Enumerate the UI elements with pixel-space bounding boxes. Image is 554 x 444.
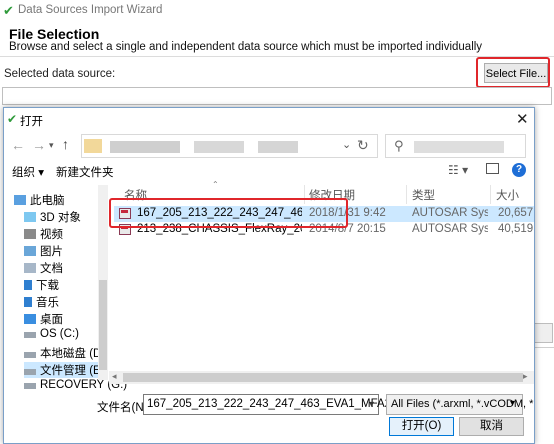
dialog-logo-icon: ✔ (7, 112, 18, 126)
sort-up-icon: ⌃ (212, 180, 219, 189)
address-bar[interactable]: ⌄ (81, 134, 378, 158)
address-segment-blurred (194, 141, 244, 153)
view-options-icon[interactable]: ☷ ▾ (448, 163, 468, 177)
nav-item-label: 视频 (40, 229, 63, 241)
cancel-button[interactable]: 取消 (459, 417, 524, 436)
navigation-pane: 此电脑 3D 对象 视频 图片 文档 下载 音乐 桌面 OS (C:) 本地磁盘… (4, 185, 127, 391)
scroll-left-icon[interactable]: ◂ (112, 371, 117, 382)
search-input[interactable]: ⚲ (385, 134, 526, 158)
close-icon[interactable]: ✕ (516, 110, 529, 128)
download-icon (24, 280, 32, 290)
folder-icon (84, 139, 102, 153)
address-segment-blurred (110, 141, 180, 153)
column-type[interactable]: 类型 (412, 187, 435, 203)
drive-icon (24, 369, 36, 375)
open-file-dialog: ✔ 打开 ✕ ← → ▾ ↑ ⌄ ↻ ⚲ 组织 ▾ 新建文件夹 ☷ ▾ ? 此电… (3, 107, 535, 444)
refresh-icon[interactable]: ↻ (357, 137, 369, 154)
column-divider[interactable] (406, 185, 407, 204)
nav-item-label: 音乐 (36, 297, 59, 309)
scrollbar-thumb[interactable] (99, 280, 107, 370)
video-icon (24, 229, 36, 239)
filename-input[interactable]: 167_205_213_222_243_247_463_EVA1_MFA2_PE… (143, 394, 448, 415)
dialog-toolbar: 组织 ▾ 新建文件夹 ☷ ▾ ? (4, 160, 534, 182)
nav-item-drive-e[interactable]: 文件管理 (E:) (24, 362, 108, 378)
recent-dropdown-icon[interactable]: ▾ (49, 140, 54, 151)
nav-item-label: 下载 (36, 280, 59, 292)
highlight-box-selected-file (109, 198, 348, 228)
up-arrow-icon[interactable]: ↑ (62, 136, 69, 152)
help-icon[interactable]: ? (512, 163, 526, 177)
chevron-down-icon: ▾ (510, 398, 516, 409)
organize-menu[interactable]: 组织 ▾ (12, 164, 44, 180)
file-list-scrollbar[interactable]: ◂ ▸ (109, 371, 534, 384)
selected-source-label: Selected data source: (4, 68, 116, 80)
column-divider[interactable] (490, 185, 491, 204)
nav-item-this-pc[interactable]: 此电脑 (14, 192, 108, 208)
wizard-title-bar: ✔ Data Sources Import Wizard (0, 0, 554, 22)
nav-item-label: 3D 对象 (40, 212, 81, 224)
page-description: Browse and select a single and independe… (9, 41, 483, 53)
nav-item-label: 此电脑 (30, 195, 65, 207)
music-icon (24, 297, 32, 307)
highlight-box-select-button (476, 57, 550, 88)
documents-icon (24, 263, 36, 273)
nav-item-label: 图片 (40, 246, 63, 258)
nav-item-label: 桌面 (40, 314, 63, 326)
page-title: File Selection (9, 26, 100, 42)
chevron-down-icon[interactable]: ▾ (369, 399, 374, 410)
column-size[interactable]: 大小 (496, 187, 519, 203)
scrollbar-thumb[interactable] (123, 373, 523, 382)
dialog-title: 打开 (20, 116, 43, 128)
scroll-right-icon[interactable]: ▸ (523, 371, 528, 382)
wizard-title: Data Sources Import Wizard (18, 4, 163, 16)
back-arrow-icon[interactable]: ← (11, 137, 25, 153)
navigation-scrollbar[interactable] (98, 185, 108, 380)
desktop-icon (24, 314, 36, 324)
nav-item-drive-g[interactable]: RECOVERY (G:) (24, 379, 127, 395)
chevron-down-icon[interactable]: ⌄ (342, 138, 351, 151)
file-type: AUTOSAR Syste... (412, 207, 488, 219)
drive-icon (24, 383, 36, 389)
search-icon: ⚲ (394, 138, 404, 153)
wizard-logo-icon: ✔ (3, 3, 14, 18)
file-size: 20,657 K (498, 207, 534, 219)
dialog-title-bar: ✔ 打开 ✕ (4, 108, 534, 131)
open-button[interactable]: 打开(O) (389, 417, 454, 436)
preview-pane-icon[interactable] (486, 163, 499, 174)
3d-objects-icon (24, 212, 36, 222)
file-type: AUTOSAR Syste... (412, 223, 488, 235)
file-size: 40,519 K (498, 223, 534, 235)
forward-arrow-icon[interactable]: → (32, 137, 46, 153)
drive-icon (24, 332, 36, 338)
computer-icon (14, 195, 26, 205)
drive-icon (24, 352, 36, 358)
pictures-icon (24, 246, 36, 256)
nav-item-label: OS (C:) (40, 328, 79, 340)
file-type-select[interactable]: All Files (*.arxml, *.vCODM, *. ▾ (386, 394, 534, 415)
new-folder-button[interactable]: 新建文件夹 (56, 164, 114, 180)
wizard-header: File Selection Browse and select a singl… (0, 22, 554, 57)
search-placeholder-blurred (414, 141, 504, 153)
selected-source-field[interactable] (2, 87, 552, 105)
nav-item-label: 文档 (40, 263, 63, 275)
address-segment-blurred (258, 141, 298, 153)
